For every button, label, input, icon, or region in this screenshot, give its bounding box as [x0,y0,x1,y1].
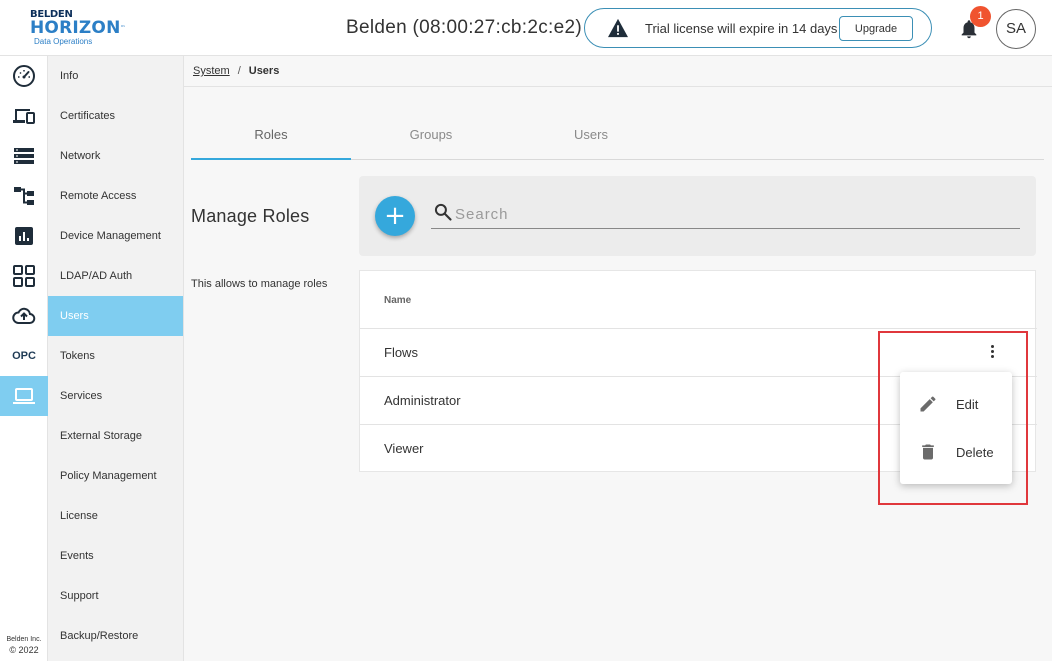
add-role-button[interactable]: + [375,196,415,236]
subnav-item-license[interactable]: License [48,496,183,536]
rail-cloud[interactable] [0,296,48,336]
roles-toolbar: + [359,176,1036,256]
search-input[interactable] [455,203,1015,225]
menu-edit-label: Edit [956,397,979,412]
icon-rail: OPC Belden Inc. © 2022 [0,56,48,661]
subnav-item-info[interactable]: Info [48,56,183,96]
logo-trademark: ™ [120,25,126,31]
analytics-chart-icon [15,227,33,245]
subnav-item-remote-access[interactable]: Remote Access [48,176,183,216]
subnav-item-support[interactable]: Support [48,576,183,616]
trash-delete-icon [922,444,934,460]
breadcrumb-system-link[interactable]: System [193,65,230,77]
subnav-item-services[interactable]: Services [48,376,183,416]
opc-icon: OPC [12,350,36,362]
tab-bar: Roles Groups Users [191,118,1044,160]
subnav-item-certificates[interactable]: Certificates [48,96,183,136]
search-field[interactable] [431,200,1020,229]
subnav-item-backup-restore[interactable]: Backup/Restore [48,616,183,656]
list-icon [14,148,34,164]
pencil-edit-icon [920,396,936,412]
role-name: Flows [384,345,418,360]
breadcrumb: System / Users [193,65,279,77]
menu-item-delete[interactable]: Delete [900,428,1012,476]
search-icon [434,203,452,221]
app-header: BELDEN HORIZON™ Data Operations Belden (… [0,0,1052,56]
device-title: Belden (08:00:27:cb:2c:e2) [346,17,582,38]
tab-groups[interactable]: Groups [351,118,511,160]
logo-tagline: Data Operations [34,37,93,46]
tab-users[interactable]: Users [511,118,671,160]
user-avatar[interactable]: SA [996,9,1036,49]
row-context-menu: Edit Delete [900,372,1012,484]
notification-count-badge[interactable]: 1 [970,6,991,27]
rail-devices[interactable] [0,96,48,136]
breadcrumb-current: Users [248,65,280,77]
main-content: System / Users Roles Groups Users Manage R… [184,56,1052,661]
dashboard-gauge-icon [13,65,35,87]
laptop-icon [13,388,35,404]
cloud-upload-icon [12,307,36,324]
rail-opc[interactable]: OPC [0,336,48,376]
subnav-item-device-management[interactable]: Device Management [48,216,183,256]
subnav-item-tokens[interactable]: Tokens [48,336,183,376]
copyright-year: © 2022 [9,645,39,655]
subnav-item-ldap-ad-auth[interactable]: LDAP/AD Auth [48,256,183,296]
page-description: This allows to manage roles [191,278,328,290]
breadcrumb-separator: / [237,65,241,77]
tab-roles[interactable]: Roles [191,118,351,160]
rail-analytics[interactable] [0,216,48,256]
menu-delete-label: Delete [956,445,994,460]
subnav-item-network[interactable]: Network [48,136,183,176]
devices-icon [13,109,35,124]
upgrade-button[interactable]: Upgrade [839,16,913,41]
menu-item-edit[interactable]: Edit [900,380,1012,428]
belden-horizon-logo[interactable]: BELDEN HORIZON™ Data Operations [30,9,126,49]
logo-text-product: HORIZON™ [30,18,126,38]
logo-product-name: HORIZON [30,18,121,38]
rail-flows[interactable] [0,176,48,216]
more-vert-icon[interactable] [982,343,1002,363]
column-header-name[interactable]: Name [384,295,411,306]
copyright: Belden Inc. © 2022 [0,634,48,656]
rail-dashboard[interactable] [0,56,48,96]
flow-diagram-icon [14,187,34,205]
system-subnav: Info Certificates Network Remote Access … [48,56,184,661]
table-header: Name [360,271,1037,329]
role-name: Administrator [384,393,461,408]
subnav-item-policy-management[interactable]: Policy Management [48,456,183,496]
role-name: Viewer [384,441,424,456]
table-row[interactable]: Flows [360,329,1037,377]
license-message: Trial license will expire in 14 days [645,21,838,36]
rail-apps[interactable] [0,256,48,296]
divider [184,86,1052,87]
subnav-item-events[interactable]: Events [48,536,183,576]
subnav-item-users[interactable]: Users [48,296,183,336]
apps-grid-icon [13,265,35,287]
page-title: Manage Roles [191,206,310,226]
subnav-item-external-storage[interactable]: External Storage [48,416,183,456]
warning-icon [608,18,628,38]
rail-list[interactable] [0,136,48,176]
copyright-company: Belden Inc. [6,636,42,643]
rail-system[interactable] [0,376,48,416]
license-banner: Trial license will expire in 14 days Upg… [584,8,932,48]
